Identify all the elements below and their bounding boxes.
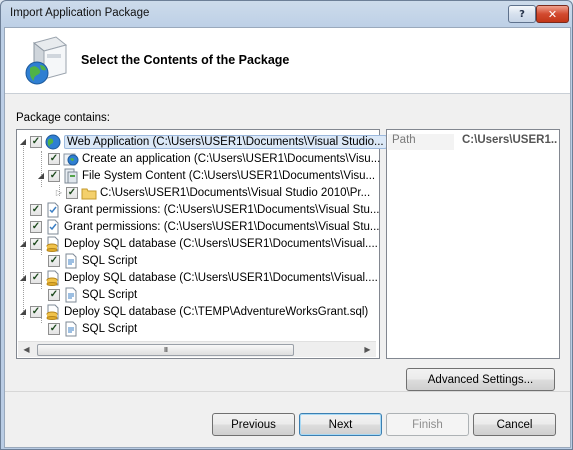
database-icon	[46, 304, 59, 320]
script-icon	[65, 287, 77, 302]
package-contains-label: Package contains:	[16, 112, 110, 124]
collapse-arrow-icon[interactable]: ◢	[19, 239, 27, 248]
tree-item-create-application[interactable]: ✓ Create an application (C:\Users\USER1\…	[45, 150, 380, 167]
tree-item-label: SQL Script	[82, 288, 138, 301]
file-system-icon	[64, 168, 78, 183]
package-globe-icon	[25, 36, 68, 85]
previous-button[interactable]: Previous	[212, 413, 295, 436]
tree-item-sql-script-2[interactable]: ✓ SQL Script	[45, 286, 137, 303]
tree-item-label: C:\Users\USER1\Documents\Visual Studio 2…	[100, 186, 371, 199]
checkbox[interactable]: ✓	[30, 203, 42, 216]
tree-item-deploy-sql-1[interactable]: ◢ ✓ Deploy SQL database (C:\Users\USER1\…	[19, 235, 378, 252]
advanced-settings-button[interactable]: Advanced Settings...	[406, 368, 555, 391]
checkbox[interactable]: ✓	[48, 288, 60, 301]
collapse-arrow-icon[interactable]: ◢	[19, 307, 27, 316]
horizontal-scrollbar[interactable]: ◀ III ▶	[18, 341, 376, 357]
package-tree[interactable]: ◢ ✓ Web Application (C:\Users\USER1\Docu…	[16, 129, 387, 359]
property-key: Path	[388, 134, 454, 150]
tree-item-label: Grant permissions: (C:\Users\USER1\Docum…	[64, 203, 380, 216]
collapse-arrow-icon[interactable]: ◢	[19, 273, 27, 282]
checkbox[interactable]: ✓	[48, 254, 60, 267]
scroll-left-icon[interactable]: ◀	[19, 343, 34, 356]
grip-icon: III	[163, 346, 168, 354]
tree-item-deploy-sql-2[interactable]: ◢ ✓ Deploy SQL database (C:\Users\USER1\…	[19, 269, 378, 286]
script-icon	[65, 253, 77, 268]
checkbox[interactable]: ✓	[48, 152, 60, 165]
close-button[interactable]: ✕	[536, 5, 569, 23]
dialog-client-area: Select the Contents of the Package Packa…	[4, 27, 571, 448]
window-title: Import Application Package	[10, 7, 150, 19]
checkbox[interactable]: ✓	[30, 220, 42, 233]
tree-item-label: Deploy SQL database (C:\Users\USER1\Docu…	[64, 271, 378, 284]
tree-item-label: File System Content (C:\Users\USER1\Docu…	[82, 169, 376, 182]
checkbox[interactable]: ✓	[66, 186, 78, 199]
finish-button[interactable]: Finish	[386, 413, 469, 436]
footer-divider	[5, 391, 570, 392]
expand-arrow-icon[interactable]: ▷	[55, 188, 63, 197]
page-title: Select the Contents of the Package	[81, 53, 290, 67]
document-icon	[47, 202, 59, 217]
tree-item-sql-script-3[interactable]: ✓ SQL Script	[45, 320, 137, 337]
tree-item-web-application[interactable]: ◢ ✓ Web Application (C:\Users\USER1\Docu…	[19, 133, 387, 150]
title-bar: Import Application Package ? ✕	[1, 1, 572, 27]
tree-item-grant-permissions-2[interactable]: ✓ Grant permissions: (C:\Users\USER1\Doc…	[27, 218, 380, 235]
tree-item-file-system-content[interactable]: ◢ ✓ File System Content (C:\Users\USER1\…	[37, 167, 375, 184]
tree-item-label: Deploy SQL database (C:\Users\USER1\Docu…	[64, 237, 378, 250]
globe-icon	[45, 134, 61, 149]
wizard-header: Select the Contents of the Package	[5, 28, 570, 94]
tree-item-folder[interactable]: ▷ ✓ C:\Users\USER1\Documents\Visual Stud…	[55, 184, 370, 201]
collapse-arrow-icon[interactable]: ◢	[19, 137, 27, 146]
tree-item-label: Web Application (C:\Users\USER1\Document…	[64, 134, 387, 149]
folder-icon	[81, 188, 97, 199]
scroll-right-icon[interactable]: ▶	[360, 343, 375, 356]
tree-item-grant-permissions-1[interactable]: ✓ Grant permissions: (C:\Users\USER1\Doc…	[27, 201, 380, 218]
dialog-window: Import Application Package ? ✕ Select th…	[0, 0, 573, 450]
property-value: C:\Users\USER1...	[462, 134, 558, 146]
checkbox[interactable]: ✓	[48, 169, 60, 182]
cancel-button[interactable]: Cancel	[473, 413, 556, 436]
collapse-arrow-icon[interactable]: ◢	[37, 171, 45, 180]
checkbox[interactable]: ✓	[30, 305, 42, 318]
database-icon	[46, 236, 59, 252]
next-button[interactable]: Next	[299, 413, 382, 436]
app-globe-icon	[63, 153, 79, 165]
property-row-path[interactable]: Path C:\Users\USER1...	[388, 134, 558, 150]
tree-item-label: Deploy SQL database (C:\TEMP\AdventureWo…	[64, 305, 369, 318]
tree-line	[23, 142, 24, 319]
tree-item-label: Grant permissions: (C:\Users\USER1\Docum…	[64, 220, 380, 233]
tree-item-label: SQL Script	[82, 322, 138, 335]
script-icon	[65, 321, 77, 336]
close-icon: ✕	[547, 7, 558, 21]
document-icon	[47, 219, 59, 234]
properties-panel: Path C:\Users\USER1...	[386, 129, 560, 359]
help-button[interactable]: ?	[508, 5, 536, 23]
scrollbar-thumb[interactable]: III	[37, 344, 294, 356]
database-icon	[46, 270, 59, 286]
tree-item-label: SQL Script	[82, 254, 138, 267]
checkbox[interactable]: ✓	[48, 322, 60, 335]
tree-item-deploy-sql-3[interactable]: ◢ ✓ Deploy SQL database (C:\TEMP\Adventu…	[19, 303, 368, 320]
tree-item-label: Create an application (C:\Users\USER1\Do…	[82, 152, 381, 165]
checkbox[interactable]: ✓	[30, 271, 42, 284]
checkbox[interactable]: ✓	[30, 135, 42, 148]
help-icon: ?	[519, 8, 525, 20]
checkbox[interactable]: ✓	[30, 237, 42, 250]
tree-item-sql-script-1[interactable]: ✓ SQL Script	[45, 252, 137, 269]
